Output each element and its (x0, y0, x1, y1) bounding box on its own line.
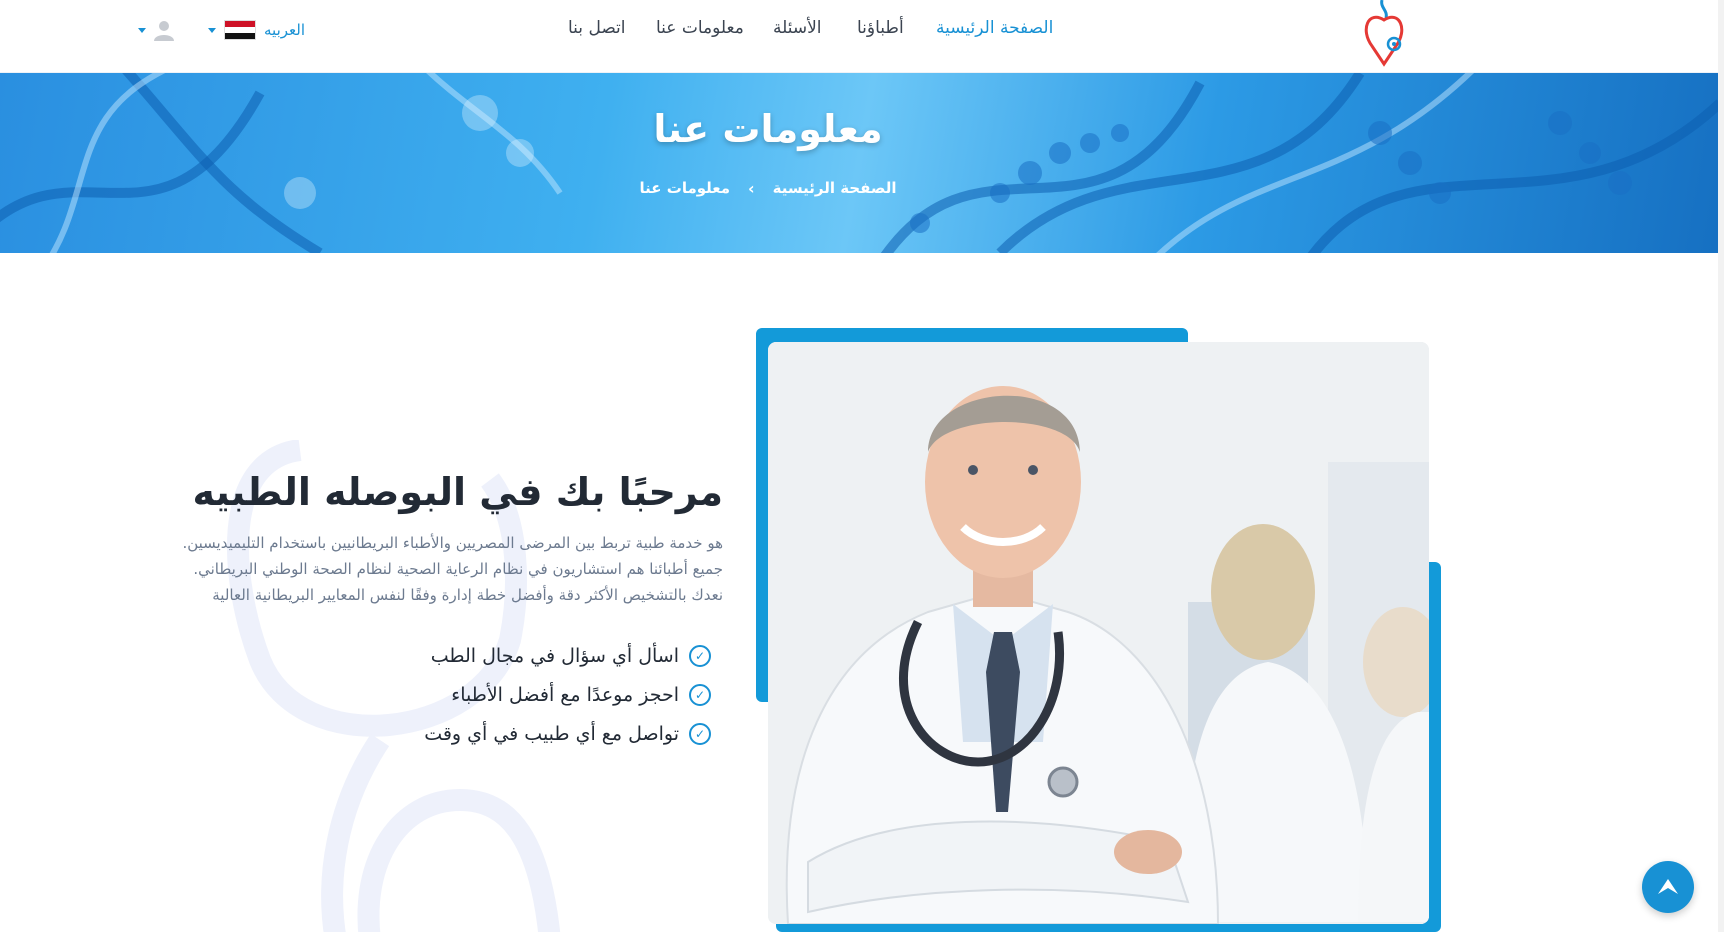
language-selector[interactable]: العربيه (208, 20, 305, 40)
nav-doctors-link[interactable]: أطباؤنا (857, 18, 904, 38)
chevron-down-icon (138, 27, 146, 33)
nav-item-home[interactable]: الصفحة الرئيسية (936, 18, 1053, 38)
nav-item-contact[interactable]: اتصل بنا (568, 18, 626, 38)
dna-background-illustration (0, 73, 1718, 253)
chevron-left-icon: › (748, 179, 755, 198)
list-item: ✓ اسأل أي سؤال في مجال الطب (160, 636, 723, 675)
nav-item-questions[interactable]: الأسئلة (773, 18, 822, 38)
about-section: مرحبًا بك في البوصله الطبيه هو خدمة طبية… (160, 470, 723, 753)
check-circle-icon: ✓ (689, 683, 711, 706)
chevron-down-icon (208, 27, 216, 33)
site-header: الصفحة الرئيسية أطباؤنا الأسئلة معلومات … (0, 0, 1724, 73)
check-circle-icon: ✓ (689, 644, 711, 667)
about-description: هو خدمة طبية تربط بين المرضى المصريين وا… (182, 534, 723, 604)
breadcrumb: الصفحة الرئيسية › معلومات عنا (0, 179, 1536, 198)
features-list: ✓ اسأل أي سؤال في مجال الطب ✓ احجز موعدً… (160, 636, 723, 753)
list-item: ✓ احجز موعدًا مع أفضل الأطباء (160, 675, 723, 714)
feature-label: اسأل أي سؤال في مجال الطب (430, 644, 679, 667)
user-icon (154, 21, 174, 41)
list-item: ✓ تواصل مع أي طبيب في أي وقت (160, 714, 723, 753)
check-circle-icon: ✓ (689, 722, 711, 745)
scrollbar[interactable] (1718, 0, 1724, 932)
nav-home-link[interactable]: الصفحة الرئيسية (936, 18, 1053, 38)
breadcrumb-home-link[interactable]: الصفحة الرئيسية (773, 179, 897, 198)
egypt-flag-icon (224, 20, 256, 40)
nav-item-doctors[interactable]: أطباؤنا (857, 18, 904, 38)
user-menu[interactable] (138, 18, 176, 42)
page-title: معلومات عنا (653, 107, 883, 151)
doctor-illustration (768, 342, 1429, 924)
stethoscope-heart-logo-icon[interactable] (1358, 0, 1410, 68)
feature-label: احجز موعدًا مع أفضل الأطباء (451, 683, 679, 706)
feature-label: تواصل مع أي طبيب في أي وقت (424, 722, 679, 745)
nav-about-link[interactable]: معلومات عنا (656, 18, 744, 38)
breadcrumb-current: معلومات عنا (639, 179, 731, 197)
nav-questions-link[interactable]: الأسئلة (773, 18, 822, 38)
page-banner: معلومات عنا الصفحة الرئيسية › معلومات عن… (0, 73, 1718, 253)
welcome-heading: مرحبًا بك في البوصله الطبيه (192, 470, 723, 514)
nav-contact-link[interactable]: اتصل بنا (568, 18, 626, 38)
arrow-up-icon (1658, 879, 1678, 894)
nav-item-about[interactable]: معلومات عنا (656, 18, 744, 38)
doctor-photo (768, 342, 1429, 924)
back-to-top-button[interactable] (1642, 861, 1694, 913)
language-label: العربيه (264, 21, 305, 39)
